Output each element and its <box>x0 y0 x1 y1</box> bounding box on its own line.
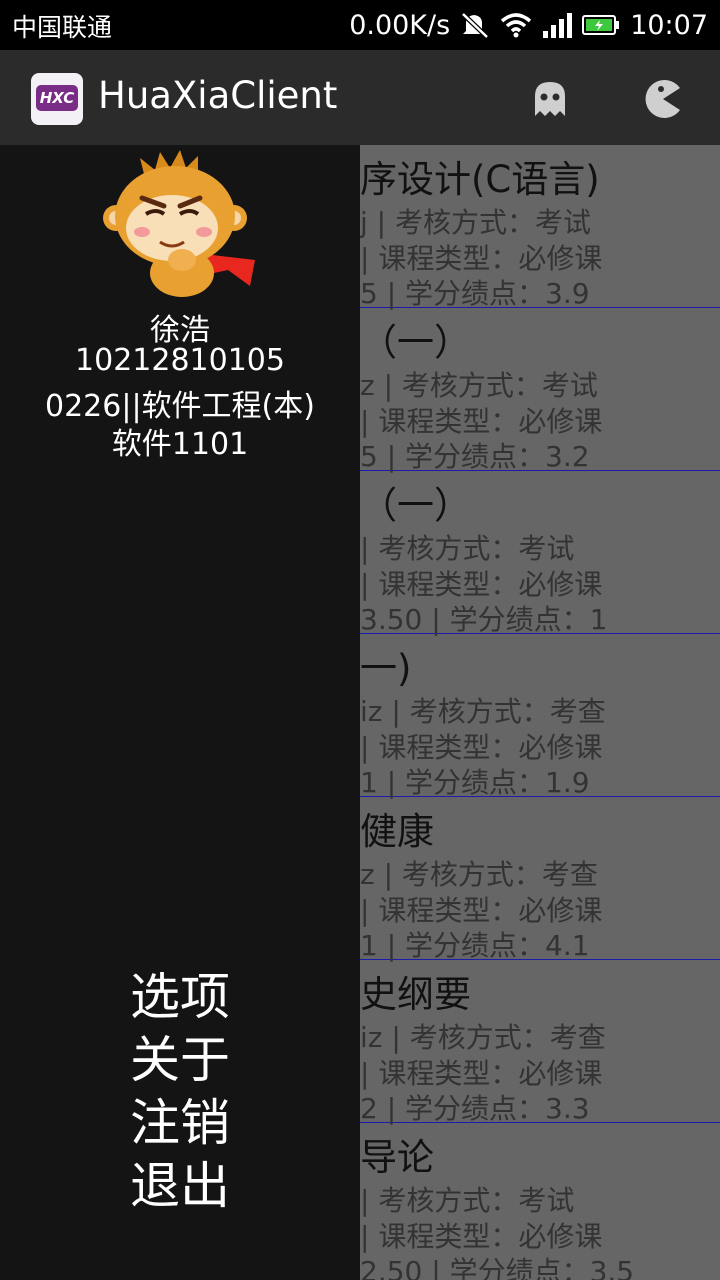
course-grade-point: 2 | 学分绩点：3.3 <box>360 1092 590 1125</box>
course-name: 健康 <box>360 810 434 853</box>
menu-item-options[interactable]: 选项 <box>0 957 360 1029</box>
course-exam-type: z | 考核方式：考试 <box>360 369 598 402</box>
course-exam-type: z | 考核方式：考查 <box>360 858 598 891</box>
menu-item-logout[interactable]: 注销 <box>0 1083 360 1155</box>
course-name: 一) <box>360 647 412 690</box>
navigation-drawer: 徐浩 10212810105 0226||软件工程(本) 软件1101 选项 关… <box>0 145 360 1280</box>
avatar[interactable] <box>100 148 260 303</box>
status-bar: 中国联通 0.00K/s 10:07 <box>0 0 720 50</box>
course-exam-type: iz | 考核方式：考查 <box>360 1021 606 1054</box>
course-grade-point: 1 | 学分绩点：1.9 <box>360 766 590 799</box>
course-exam-type: | 考核方式：考试 <box>360 1184 575 1217</box>
app-title: HuaXiaClient <box>98 74 338 117</box>
course-exam-type: j | 考核方式：考试 <box>360 206 592 239</box>
signal-icon <box>543 13 573 38</box>
course-category: | 课程类型：必修课 <box>360 568 603 601</box>
course-grade-point: 3.50 | 学分绩点：1 <box>360 603 608 636</box>
network-speed: 0.00K/s <box>349 9 451 41</box>
status-icons: 0.00K/s 10:07 <box>349 8 708 42</box>
course-name: 史纲要 <box>360 973 471 1016</box>
clock: 10:07 <box>630 9 708 41</box>
course-grade-point: 5 | 学分绩点：3.2 <box>360 440 590 473</box>
menu-item-about[interactable]: 关于 <box>0 1020 360 1092</box>
course-exam-type: iz | 考核方式：考查 <box>360 695 606 728</box>
pacman-icon[interactable] <box>640 76 686 122</box>
action-bar: HXC HuaXiaClient <box>0 50 720 145</box>
course-name: （一） <box>360 484 471 527</box>
course-exam-type: | 考核方式：考试 <box>360 532 575 565</box>
battery-icon <box>582 15 620 35</box>
app-logo[interactable]: HXC <box>31 73 83 125</box>
course-grade-point: 5 | 学分绩点：3.9 <box>360 277 590 310</box>
course-grade-point: 2.50 | 学分绩点：3.5 <box>360 1255 635 1280</box>
mute-icon <box>461 12 489 39</box>
course-grade-point: 1 | 学分绩点：4.1 <box>360 929 590 962</box>
wifi-icon <box>501 13 532 38</box>
course-category: | 课程类型：必修课 <box>360 405 603 438</box>
course-category: | 课程类型：必修课 <box>360 894 603 927</box>
carrier-label: 中国联通 <box>12 13 113 42</box>
menu-item-exit[interactable]: 退出 <box>0 1146 360 1218</box>
course-category: | 课程类型：必修课 <box>360 242 603 275</box>
app-logo-text: HXC <box>36 85 78 111</box>
course-category: | 课程类型：必修课 <box>360 1220 603 1253</box>
course-name: 导论 <box>360 1136 434 1179</box>
student-id: 10212810105 <box>75 343 285 378</box>
course-category: | 课程类型：必修课 <box>360 1057 603 1090</box>
course-name: 序设计(C语言) <box>360 158 600 201</box>
ghost-icon[interactable] <box>527 76 573 122</box>
class-label: 软件1101 <box>111 427 249 462</box>
course-category: | 课程类型：必修课 <box>360 731 603 764</box>
course-name: （一） <box>360 321 471 364</box>
